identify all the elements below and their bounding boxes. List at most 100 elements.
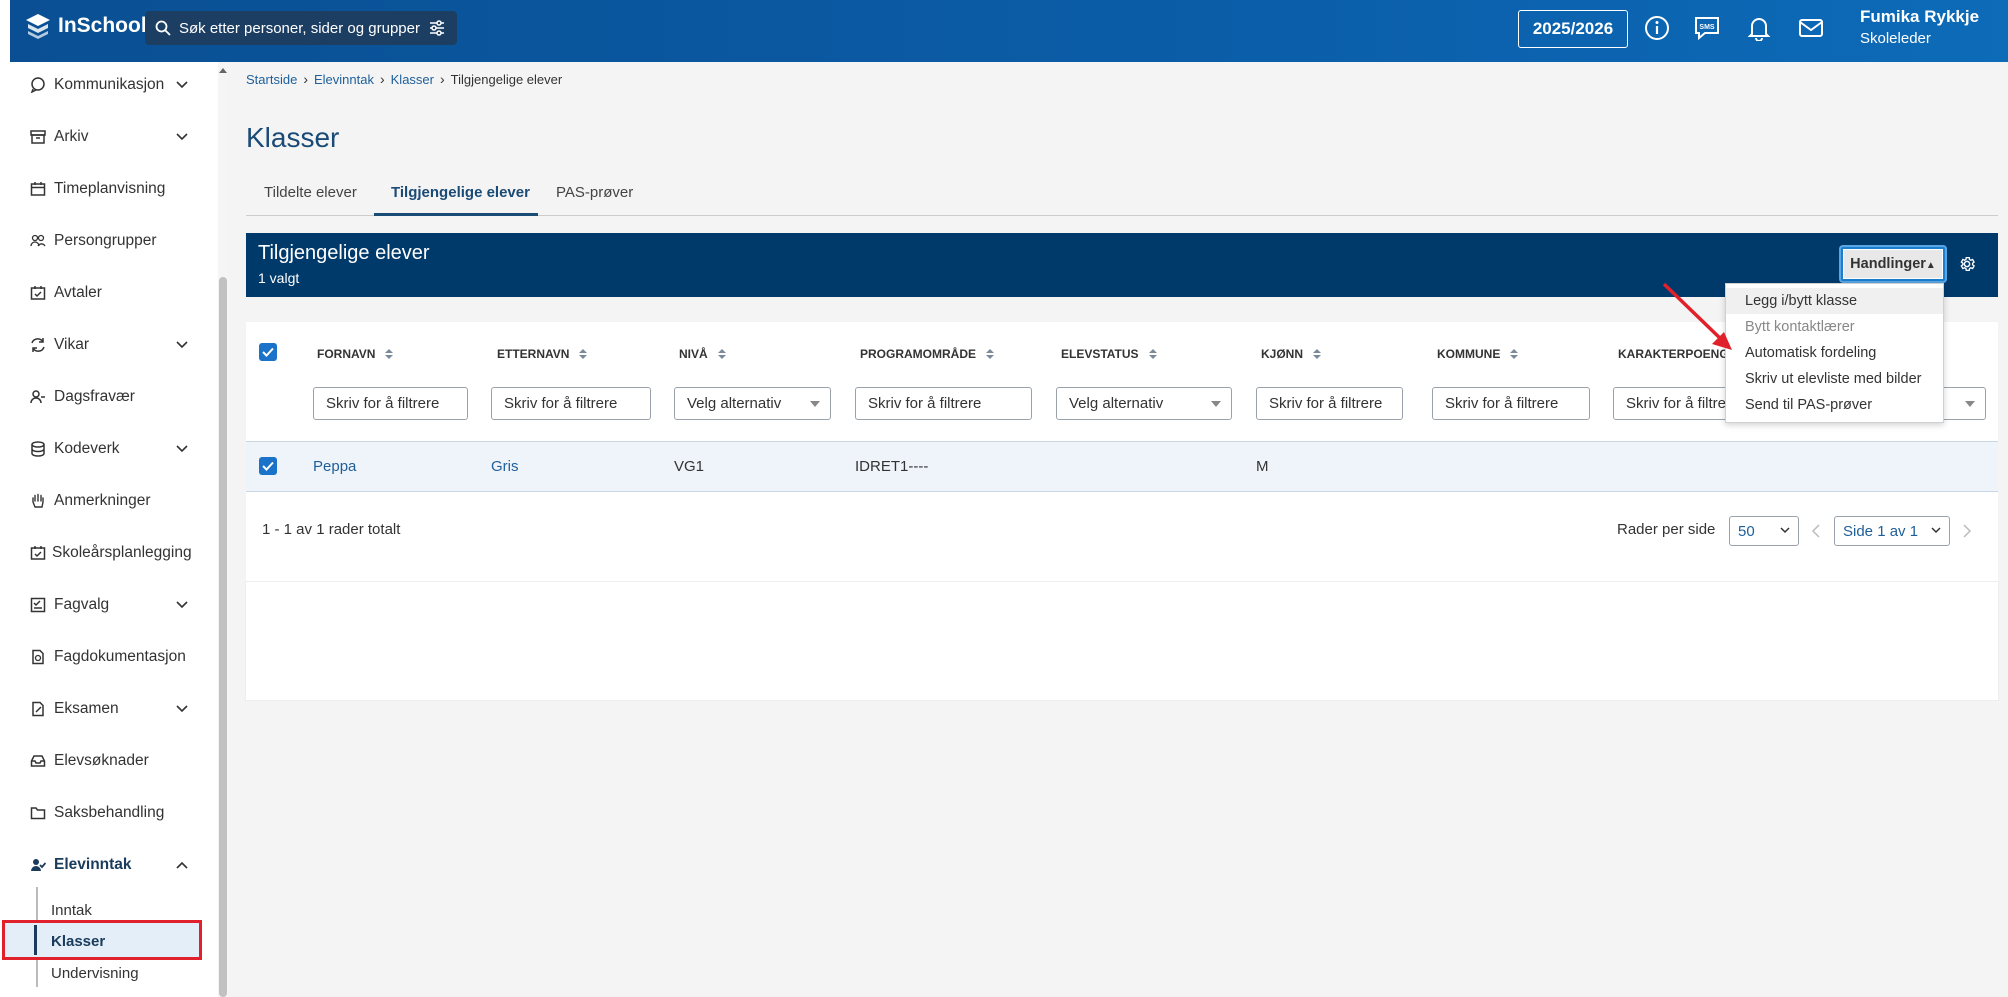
actions-menu: Legg i/bytt klasse Bytt kontaktlærer Aut…	[1725, 283, 1944, 423]
rows-per-page-select[interactable]: 50	[1729, 516, 1799, 546]
menu-item-send-til-pas-prover[interactable]: Send til PAS-prøver	[1726, 392, 1943, 418]
filter-kommune[interactable]: Skriv for å filtrere	[1432, 387, 1590, 420]
sidebar-item-saksbehandling[interactable]: Saksbehandling	[30, 804, 190, 822]
actions-button[interactable]: Handlinger▲	[1841, 247, 1945, 281]
user-name: Fumika Rykkje	[1860, 7, 1980, 26]
search-input[interactable]	[179, 19, 424, 37]
sidebar-scrollbar-thumb[interactable]	[219, 277, 227, 997]
breadcrumb-startside[interactable]: Startside	[246, 72, 297, 87]
column-header-kjønn[interactable]: KJØNN	[1261, 347, 1322, 361]
sidebar-item-eksamen[interactable]: Eksamen	[30, 700, 190, 718]
sort-icon[interactable]	[717, 348, 726, 360]
prev-page-icon[interactable]	[1811, 524, 1821, 538]
tab-pas-prover[interactable]: PAS-prøver	[556, 184, 633, 201]
menu-item-automatisk-fordeling[interactable]: Automatisk fordeling	[1726, 340, 1943, 366]
sidebar-item-dagsfravær[interactable]: Dagsfravær	[30, 388, 190, 406]
sidebar-item-elevsøknader[interactable]: Elevsøknader	[30, 752, 190, 770]
sms-icon[interactable]: SMS	[1693, 15, 1721, 41]
breadcrumb: Startside › Elevinntak › Klasser › Tilgjeng…	[246, 71, 562, 87]
sidebar-item-skoleårsplanlegging[interactable]: Skoleårsplanlegging	[30, 544, 192, 562]
sidebar-item-vikar[interactable]: Vikar	[30, 336, 190, 354]
chat-bubble-icon	[30, 77, 48, 93]
svg-text:SMS: SMS	[1699, 24, 1715, 31]
scroll-up-icon[interactable]	[219, 66, 227, 74]
edit-document-icon	[30, 701, 48, 717]
column-header-etternavn[interactable]: ETTERNAVN	[497, 347, 588, 361]
column-header-nivå[interactable]: NIVÅ	[679, 347, 726, 361]
sidebar-item-arkiv[interactable]: Arkiv	[30, 128, 190, 146]
cell-etternavn[interactable]: Gris	[491, 458, 519, 475]
sidebar-item-timeplanvisning[interactable]: Timeplanvisning	[30, 180, 190, 198]
sort-icon[interactable]	[1148, 348, 1157, 360]
checkbox-list-icon	[30, 597, 48, 613]
filter-settings-icon[interactable]	[429, 20, 445, 36]
mail-icon[interactable]	[1797, 15, 1825, 41]
school-year-button[interactable]: 2025/2026	[1518, 10, 1628, 48]
filter-placeholder: Skriv for å filtrere	[1445, 395, 1559, 412]
folder-icon	[30, 805, 48, 821]
breadcrumb-klasser[interactable]: Klasser	[391, 72, 434, 87]
filter-kjønn[interactable]: Skriv for å filtrere	[1256, 387, 1403, 420]
sidebar-subitem-undervisning[interactable]: Undervisning	[51, 965, 139, 982]
sidebar-item-fagdokumentasjon[interactable]: Fagdokumentasjon	[30, 648, 190, 666]
sort-icon[interactable]	[1313, 348, 1322, 360]
column-header-programområde[interactable]: PROGRAMOMRÅDE	[860, 347, 994, 361]
inschool-logo-icon	[26, 14, 50, 39]
app-logo[interactable]: InSchool	[24, 12, 147, 40]
sort-icon[interactable]	[986, 348, 994, 360]
menu-item-skriv-ut-elevliste[interactable]: Skriv ut elevliste med bilder	[1726, 366, 1943, 392]
menu-item-legg-i-bytt-klasse[interactable]: Legg i/bytt klasse	[1726, 288, 1943, 314]
tab-tildelte-elever[interactable]: Tildelte elever	[264, 184, 357, 201]
select-all-checkbox[interactable]	[259, 343, 277, 361]
sidebar-item-label: Anmerkninger	[54, 492, 151, 509]
column-header-kommune[interactable]: KOMMUNE	[1437, 347, 1519, 361]
bell-icon[interactable]	[1746, 15, 1772, 41]
sidebar-item-persongrupper[interactable]: Persongrupper	[30, 232, 190, 250]
column-header-elevstatus[interactable]: ELEVSTATUS	[1061, 347, 1157, 361]
sidebar-item-elevinntak[interactable]: Elevinntak	[30, 856, 190, 874]
sort-icon[interactable]	[1510, 348, 1519, 360]
breadcrumb-elevinntak[interactable]: Elevinntak	[314, 72, 374, 87]
info-icon[interactable]	[1644, 15, 1670, 41]
sidebar-item-label: Timeplanvisning	[54, 180, 166, 197]
chevron-down-icon	[1780, 527, 1790, 534]
document-icon	[30, 649, 48, 665]
sidebar-subitem-klasser[interactable]: Klasser	[51, 933, 105, 950]
sidebar-item-label: Arkiv	[54, 128, 89, 145]
sidebar-item-kommunikasjon[interactable]: Kommunikasjon	[30, 76, 190, 94]
page-select[interactable]: Side 1 av 1	[1834, 516, 1950, 546]
gear-icon[interactable]	[1958, 255, 1976, 273]
filter-elevstatus[interactable]: Velg alternativ	[1056, 387, 1232, 420]
active-tab-underline	[374, 213, 538, 216]
sort-icon[interactable]	[385, 348, 394, 360]
annotation-arrow-icon	[1662, 282, 1732, 350]
swap-icon	[30, 337, 48, 353]
filter-nivå[interactable]: Velg alternativ	[674, 387, 831, 420]
sort-icon[interactable]	[579, 348, 588, 360]
sidebar-subitem-inntak[interactable]: Inntak	[51, 902, 92, 919]
sidebar-item-anmerkninger[interactable]: Anmerkninger	[30, 492, 190, 510]
tab-tilgjengelige-elever[interactable]: Tilgjengelige elever	[391, 184, 530, 201]
column-header-fornavn[interactable]: FORNAVN	[317, 347, 394, 361]
user-menu[interactable]: Fumika Rykkje Skoleleder	[1860, 7, 1979, 47]
person-minus-icon	[30, 389, 48, 405]
user-role: Skoleleder	[1860, 30, 1931, 47]
cell-fornavn[interactable]: Peppa	[313, 458, 356, 475]
next-page-icon[interactable]	[1962, 524, 1972, 538]
filter-etternavn[interactable]: Skriv for å filtrere	[491, 387, 651, 420]
global-search[interactable]	[145, 11, 457, 45]
sidebar-item-label: Elevinntak	[54, 856, 132, 873]
check-icon	[262, 461, 274, 471]
sidebar-item-fagvalg[interactable]: Fagvalg	[30, 596, 190, 614]
page-title: Klasser	[246, 122, 340, 153]
empty-panel	[246, 582, 1998, 700]
row-checkbox[interactable]	[259, 457, 277, 475]
sidebar-item-kodeverk[interactable]: Kodeverk	[30, 440, 190, 458]
filter-fornavn[interactable]: Skriv for å filtrere	[313, 387, 468, 420]
sidebar-item-avtaler[interactable]: Avtaler	[30, 284, 190, 302]
search-icon	[155, 20, 171, 36]
person-check-icon	[30, 857, 48, 873]
table-row[interactable]: Peppa Gris VG1 IDRET1---- M	[246, 441, 1998, 492]
filter-programområde[interactable]: Skriv for å filtrere	[855, 387, 1032, 420]
sidebar-item-label: Kommunikasjon	[54, 76, 165, 93]
